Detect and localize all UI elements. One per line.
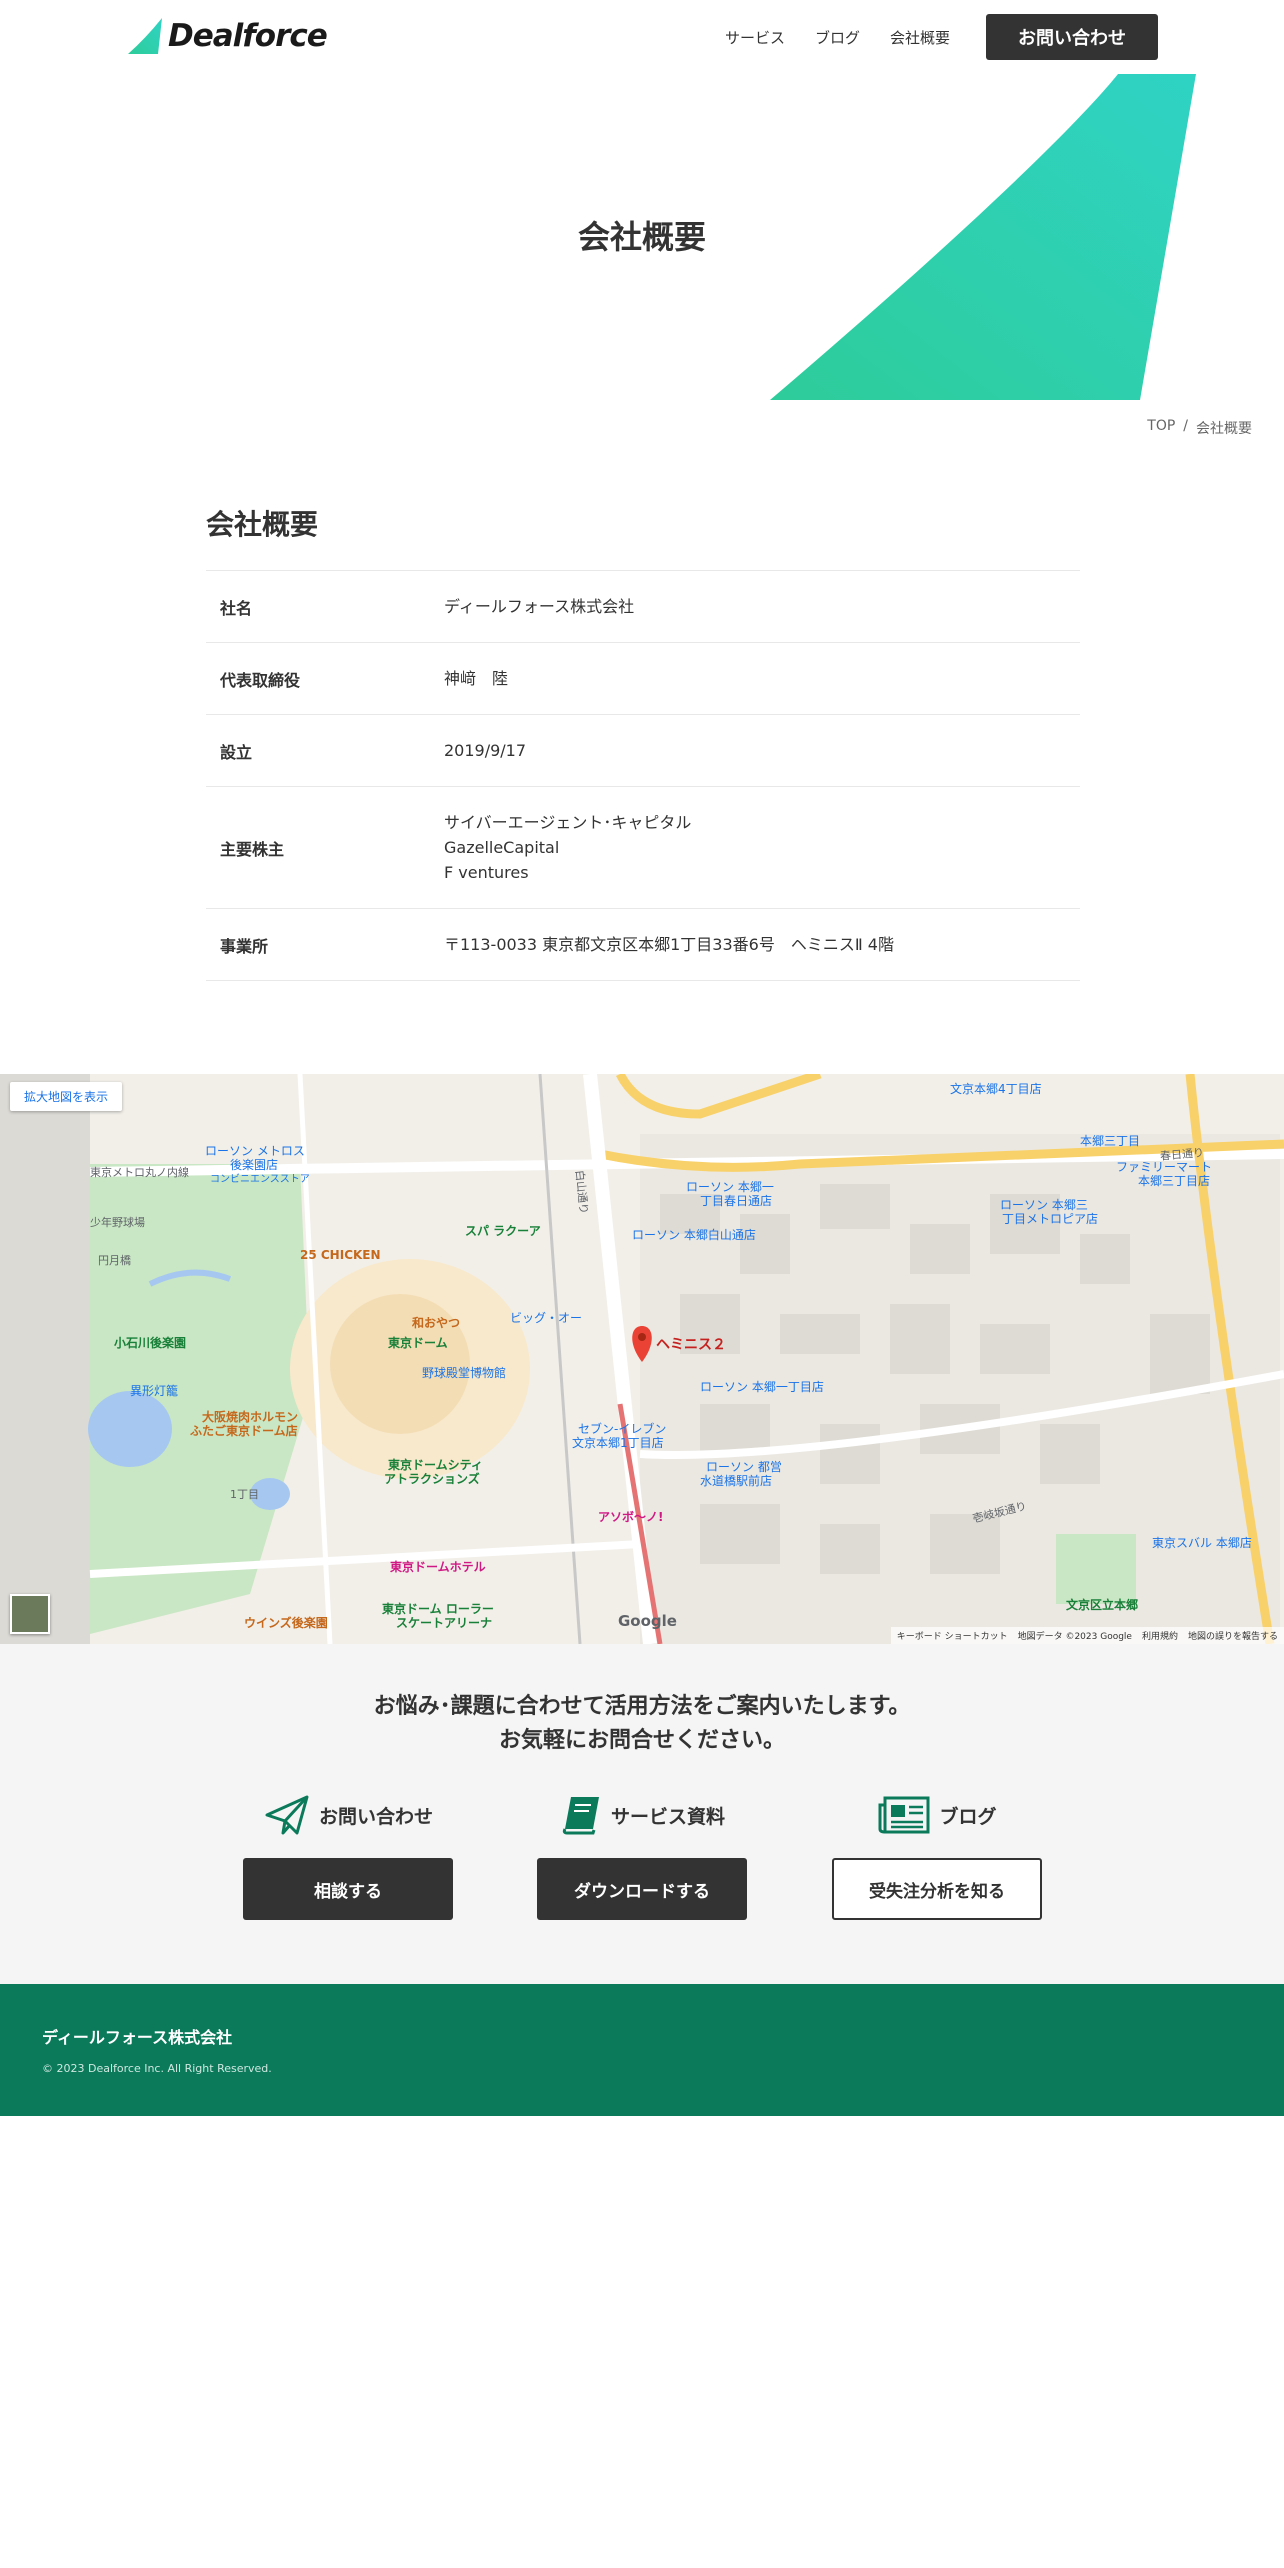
- map-enlarge-button[interactable]: 拡大地図を表示: [10, 1082, 123, 1111]
- map-label: アソボ〜ノ!: [598, 1510, 664, 1524]
- map-base: [0, 1074, 1284, 1644]
- row-label: 社名: [220, 598, 253, 618]
- map-label: ローソン 本郷一丁目店: [700, 1380, 824, 1394]
- map-satellite-toggle[interactable]: [10, 1594, 50, 1634]
- cta-contact-label: お問い合わせ: [318, 1805, 433, 1828]
- row-label: 主要株主: [220, 839, 285, 859]
- row-value: 〒113-0033 東京都文京区本郷1丁目33番6号 ヘミニスⅡ 4階: [444, 935, 894, 954]
- breadcrumb-current: 会社概要: [1196, 421, 1252, 437]
- map-label: ふたご東京ドーム店: [190, 1424, 298, 1438]
- main-nav: サービス ブログ 会社概要 お問い合わせ: [725, 14, 1158, 60]
- map-label: アトラクションズ: [384, 1472, 480, 1486]
- map-label: 東京スバル 本郷店: [1152, 1536, 1252, 1550]
- map-terms-link[interactable]: 利用規約: [1142, 1629, 1178, 1642]
- breadcrumb: TOP / 会社概要: [1147, 418, 1252, 438]
- blog-button[interactable]: 受失注分析を知る: [832, 1858, 1042, 1920]
- cta-contact-column: お問い合わせ 相談する: [243, 1790, 453, 1920]
- map-label: 本郷三丁目: [1080, 1134, 1141, 1148]
- footer-company-name: ディールフォース株式会社: [42, 2028, 233, 2047]
- map-label: 小石川後楽園: [114, 1336, 187, 1350]
- page-title: 会社概要: [577, 218, 706, 256]
- footer-copyright: © 2023 Dealforce Inc. All Right Reserved…: [42, 2062, 272, 2075]
- site-header: Dealforce サービス ブログ 会社概要 お問い合わせ: [0, 0, 1284, 74]
- table-row: 主要株主 サイバーエージェント･キャピタル GazelleCapital F v…: [206, 786, 1080, 909]
- google-logo: Google: [618, 1612, 677, 1630]
- nav-service[interactable]: サービス: [725, 27, 785, 48]
- map-attribution: キーボード ショートカット 地図データ ©2023 Google 利用規約 地図…: [890, 1627, 1284, 1644]
- map-label: 野球殿堂博物館: [422, 1366, 507, 1380]
- cta-document-title: サービス資料: [537, 1790, 747, 1840]
- cta-blog-title: ブログ: [832, 1790, 1042, 1840]
- nav-blog[interactable]: ブログ: [815, 27, 860, 48]
- table-row: 事業所 〒113-0033 東京都文京区本郷1丁目33番6号 ヘミニスⅡ 4階: [206, 908, 1080, 981]
- shareholder-item: GazelleCapital: [444, 838, 560, 857]
- dealforce-logo[interactable]: Dealforce: [126, 14, 328, 58]
- map-label: ウインズ後楽園: [244, 1616, 328, 1630]
- map-data-credit: 地図データ ©2023 Google: [1017, 1632, 1132, 1642]
- cta-blog-column: ブログ 受失注分析を知る: [832, 1790, 1042, 1920]
- table-row: 社名 ディールフォース株式会社: [206, 570, 1080, 643]
- map-shortcuts-link[interactable]: キーボード ショートカット: [897, 1629, 1008, 1642]
- logo-mark-icon: [128, 18, 162, 54]
- company-info-table: 社名 ディールフォース株式会社 代表取締役 神﨑 陸 設立 2019/9/17 …: [206, 570, 1080, 981]
- map-label: 丁目春日通店: [700, 1194, 773, 1208]
- map-label: 文京区立本郷: [1066, 1598, 1139, 1612]
- logo-text: Dealforce: [168, 18, 328, 54]
- row-label: 設立: [220, 742, 253, 762]
- book-icon: [562, 1797, 599, 1835]
- map-label: 文京本郷4丁目店: [950, 1082, 1042, 1096]
- row-label: 代表取締役: [220, 670, 301, 690]
- company-section-title: 会社概要: [206, 508, 319, 541]
- download-button[interactable]: ダウンロードする: [537, 1858, 747, 1920]
- breadcrumb-separator: /: [1183, 418, 1188, 434]
- map-label: 水道橋駅前店: [700, 1474, 773, 1488]
- row-value: ディールフォース株式会社: [444, 597, 635, 616]
- cta-heading: お悩み･課題に合わせて活用方法をご案内いたします。 お気軽にお問合せください。: [0, 1690, 1284, 1758]
- map-label: ローソン 本郷白山通店: [632, 1228, 756, 1242]
- map-label: スケートアリーナ: [396, 1616, 493, 1630]
- cta-blog-label: ブログ: [939, 1805, 997, 1828]
- breadcrumb-home[interactable]: TOP: [1147, 418, 1175, 438]
- cta-section: お悩み･課題に合わせて活用方法をご案内いたします。 お気軽にお問合せください。 …: [0, 1644, 1284, 1984]
- map-label: 25 CHICKEN: [300, 1248, 381, 1262]
- cta-document-label: サービス資料: [610, 1805, 725, 1828]
- consult-button[interactable]: 相談する: [243, 1858, 453, 1920]
- cta-heading-line1: お悩み･課題に合わせて活用方法をご案内いたします。: [373, 1694, 911, 1719]
- map-label: 東京ドーム: [388, 1336, 448, 1350]
- table-row: 設立 2019/9/17: [206, 714, 1080, 787]
- newspaper-icon: [878, 1796, 930, 1834]
- site-footer: ディールフォース株式会社 © 2023 Dealforce Inc. All R…: [0, 1984, 1284, 2116]
- map-label: 東京メトロ丸ノ内線: [90, 1166, 189, 1179]
- table-row: 代表取締役 神﨑 陸: [206, 642, 1080, 715]
- page-hero: 会社概要: [0, 74, 1284, 404]
- map-label: 和おやつ: [412, 1316, 461, 1330]
- map-label: ビッグ・オー: [510, 1311, 583, 1325]
- map-label: 丁目メトロピア店: [1002, 1212, 1099, 1226]
- google-map[interactable]: 拡大地図を表示 ローソン メトロス 後楽園店 コンビニエンスストア 東京メトロ丸…: [0, 1074, 1284, 1644]
- row-label: 事業所: [220, 936, 269, 956]
- row-value: 2019/9/17: [444, 741, 527, 760]
- map-label: 文京本郷1丁目店: [572, 1436, 664, 1450]
- map-label: コンビニエンスストア: [210, 1174, 310, 1185]
- map-marker-label: ヘミニス２: [656, 1337, 726, 1353]
- map-report-link[interactable]: 地図の誤りを報告する: [1188, 1629, 1278, 1642]
- map-label: スパ ラクーア: [465, 1224, 541, 1238]
- map-label: 少年野球場: [90, 1216, 145, 1229]
- map-label: 1丁目: [230, 1488, 259, 1501]
- header-contact-button[interactable]: お問い合わせ: [986, 14, 1158, 60]
- map-label: 円月橋: [98, 1254, 131, 1267]
- shareholder-item: F ventures: [444, 863, 529, 882]
- row-value: 神﨑 陸: [444, 669, 509, 688]
- map-label: 異形灯籠: [130, 1384, 179, 1398]
- cta-contact-title: お問い合わせ: [243, 1790, 453, 1840]
- paper-plane-icon: [265, 1795, 309, 1835]
- cta-heading-line2: お気軽にお問合せください。: [498, 1728, 785, 1753]
- cta-document-column: サービス資料 ダウンロードする: [537, 1790, 747, 1920]
- row-value: サイバーエージェント･キャピタル GazelleCapital F ventur…: [444, 787, 1080, 909]
- nav-company[interactable]: 会社概要: [890, 27, 950, 48]
- shareholder-item: サイバーエージェント･キャピタル: [444, 813, 692, 832]
- map-label: 本郷三丁目店: [1138, 1174, 1211, 1188]
- map-label: 東京ドームホテル: [390, 1560, 486, 1574]
